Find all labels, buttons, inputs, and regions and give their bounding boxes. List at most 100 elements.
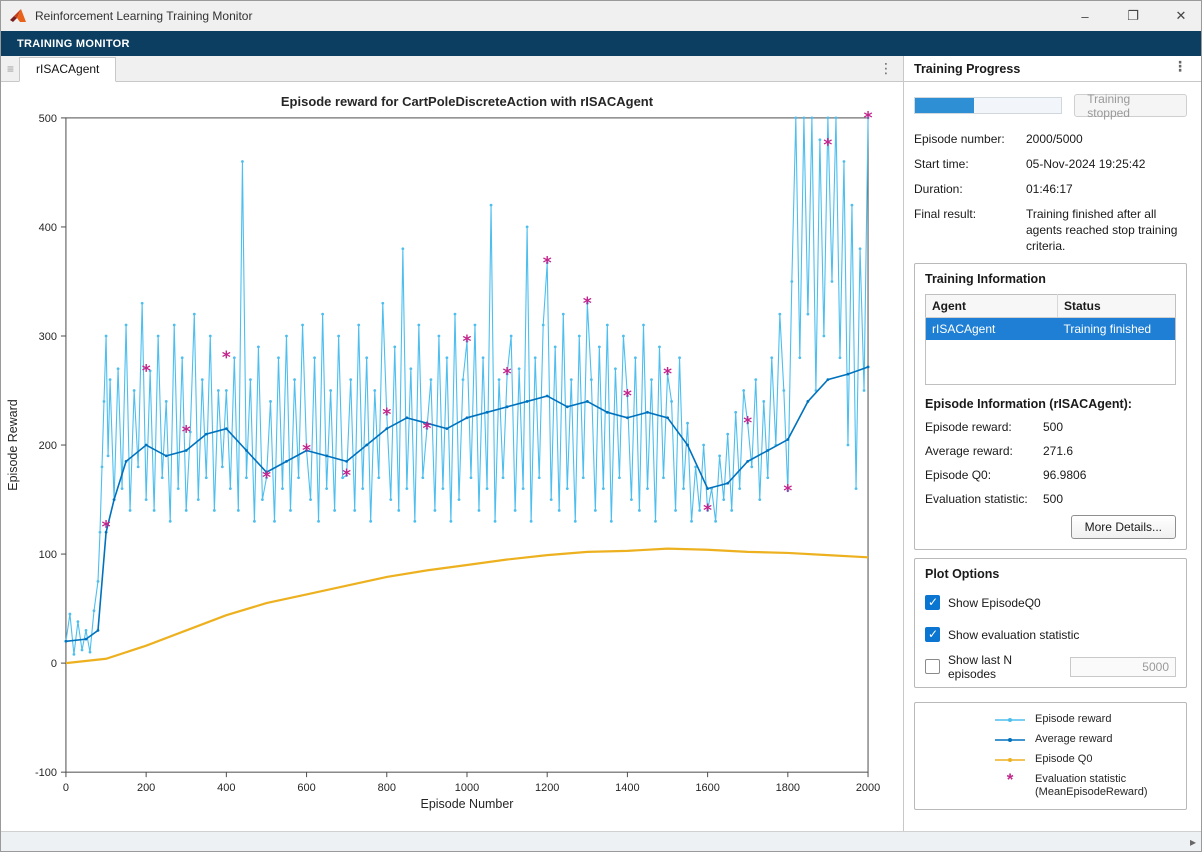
svg-text:*: * bbox=[342, 465, 351, 485]
svg-text:1400: 1400 bbox=[615, 782, 639, 794]
show-last-n-episodes-checkbox[interactable] bbox=[925, 659, 940, 674]
field-value: 2000/5000 bbox=[1026, 131, 1187, 147]
svg-text:*: * bbox=[623, 385, 632, 405]
status-bar: ▸ bbox=[1, 831, 1201, 851]
main-content: ≡ rISACAgent ⋮ 0200400600800100012001400… bbox=[1, 56, 1201, 831]
document-menu-icon[interactable]: ⋮ bbox=[869, 60, 903, 81]
close-button[interactable]: ✕ bbox=[1161, 1, 1201, 31]
training-progress-bar bbox=[914, 97, 1062, 114]
title-bar: Reinforcement Learning Training Monitor … bbox=[1, 1, 1201, 31]
panel-expand-icon[interactable]: ▸ bbox=[1190, 835, 1201, 849]
minimize-button[interactable]: – bbox=[1065, 1, 1105, 31]
svg-text:Episode Reward: Episode Reward bbox=[6, 399, 20, 490]
svg-text:0: 0 bbox=[51, 658, 57, 670]
maximize-button[interactable]: ❐ bbox=[1113, 1, 1153, 31]
svg-text:*: * bbox=[823, 135, 832, 155]
legend-item-average-reward: Average reward bbox=[993, 733, 1180, 747]
group-title: Plot Options bbox=[925, 567, 1176, 581]
episode-reward-chart: 0200400600800100012001400160018002000-10… bbox=[1, 82, 903, 831]
chart-legend: Episode reward Average reward Episode Q0… bbox=[914, 702, 1187, 810]
field-value: 05-Nov-2024 19:25:42 bbox=[1026, 156, 1187, 172]
training-plot: 0200400600800100012001400160018002000-10… bbox=[1, 82, 903, 831]
tab-training-monitor[interactable]: TRAINING MONITOR bbox=[11, 38, 136, 50]
field-start-time: Start time: 05-Nov-2024 19:25:42 bbox=[914, 156, 1187, 172]
svg-text:300: 300 bbox=[39, 331, 57, 343]
legend-label: Episode Q0 bbox=[1035, 753, 1092, 766]
option-label: Show EpisodeQ0 bbox=[948, 596, 1041, 610]
stat-value: 271.6 bbox=[1043, 444, 1176, 459]
field-label: Final result: bbox=[914, 206, 1026, 254]
stat-label: Episode reward: bbox=[925, 420, 1043, 435]
svg-text:*: * bbox=[262, 467, 271, 487]
stat-average-reward: Average reward: 271.6 bbox=[925, 444, 1176, 459]
svg-text:800: 800 bbox=[378, 782, 396, 794]
panel-menu-icon[interactable]: ⋮ bbox=[1163, 58, 1197, 79]
svg-text:0: 0 bbox=[63, 782, 69, 794]
svg-text:200: 200 bbox=[137, 782, 155, 794]
svg-text:*: * bbox=[503, 364, 512, 384]
legend-item-episode-reward: Episode reward bbox=[993, 713, 1180, 727]
stat-label: Episode Q0: bbox=[925, 468, 1043, 483]
group-title: Training Information bbox=[925, 272, 1176, 286]
svg-text:*: * bbox=[142, 360, 151, 380]
agent-cell: rISACAgent bbox=[926, 318, 1058, 341]
svg-text:400: 400 bbox=[39, 222, 57, 234]
panel-title: Training Progress bbox=[914, 62, 1020, 76]
progress-bar-fill bbox=[915, 98, 974, 113]
stat-label: Evaluation statistic: bbox=[925, 492, 1043, 507]
tab-risacagent[interactable]: rISACAgent bbox=[19, 57, 116, 82]
stat-value: 500 bbox=[1043, 420, 1176, 435]
training-stopped-button[interactable]: Training stopped bbox=[1074, 94, 1187, 117]
svg-text:-100: -100 bbox=[35, 767, 57, 779]
svg-text:1600: 1600 bbox=[695, 782, 719, 794]
svg-text:*: * bbox=[783, 480, 792, 500]
last-n-episodes-input[interactable] bbox=[1070, 657, 1176, 677]
stat-episode-q0: Episode Q0: 96.9806 bbox=[925, 468, 1176, 483]
show-evaluation-statistic-checkbox[interactable] bbox=[925, 627, 940, 642]
stat-value: 96.9806 bbox=[1043, 468, 1176, 483]
average-reward-line-icon bbox=[993, 733, 1027, 747]
stat-evaluation-statistic: Evaluation statistic: 500 bbox=[925, 492, 1176, 507]
option-show-episodeq0: Show EpisodeQ0 bbox=[925, 593, 1176, 613]
column-header-agent[interactable]: Agent bbox=[926, 295, 1058, 318]
svg-text:*: * bbox=[583, 293, 592, 313]
legend-item-evaluation-statistic: * Evaluation statistic (MeanEpisodeRewar… bbox=[993, 773, 1180, 799]
svg-text:500: 500 bbox=[39, 113, 57, 125]
svg-text:*: * bbox=[422, 418, 431, 438]
table-row[interactable]: rISACAgent Training finished bbox=[926, 318, 1176, 341]
svg-text:*: * bbox=[743, 413, 752, 433]
document-area: ≡ rISACAgent ⋮ 0200400600800100012001400… bbox=[1, 56, 903, 831]
option-label: Show last N episodes bbox=[948, 653, 1054, 681]
column-header-status[interactable]: Status bbox=[1058, 295, 1176, 318]
field-value: 01:46:17 bbox=[1026, 181, 1187, 197]
field-duration: Duration: 01:46:17 bbox=[914, 181, 1187, 197]
document-tabstrip: ≡ rISACAgent ⋮ bbox=[1, 56, 903, 82]
field-label: Start time: bbox=[914, 156, 1026, 172]
matlab-logo-icon bbox=[9, 8, 27, 24]
legend-label: Episode reward bbox=[1035, 713, 1111, 726]
svg-text:*: * bbox=[302, 440, 311, 460]
app-window: Reinforcement Learning Training Monitor … bbox=[0, 0, 1202, 852]
svg-text:*: * bbox=[703, 500, 712, 520]
episode-info-title: Episode Information (rISACAgent): bbox=[925, 397, 1176, 411]
svg-text:*: * bbox=[102, 516, 111, 536]
toolstrip: TRAINING MONITOR bbox=[1, 31, 1201, 56]
field-final-result: Final result: Training finished after al… bbox=[914, 206, 1187, 254]
panel-grip-icon[interactable]: ≡ bbox=[1, 62, 19, 81]
svg-text:*: * bbox=[222, 347, 231, 367]
status-cell: Training finished bbox=[1058, 318, 1176, 341]
episode-q0-line-icon bbox=[993, 753, 1027, 767]
field-label: Episode number: bbox=[914, 131, 1026, 147]
svg-text:*: * bbox=[182, 421, 191, 441]
option-show-evaluation-statistic: Show evaluation statistic bbox=[925, 625, 1176, 645]
svg-text:*: * bbox=[543, 252, 552, 272]
evaluation-statistic-asterisk-icon: * bbox=[993, 773, 1027, 787]
option-show-last-n-episodes: Show last N episodes bbox=[925, 657, 1176, 677]
svg-text:2000: 2000 bbox=[856, 782, 880, 794]
legend-label: Average reward bbox=[1035, 733, 1112, 746]
svg-text:*: * bbox=[463, 331, 472, 351]
svg-text:*: * bbox=[382, 404, 391, 424]
more-details-button[interactable]: More Details... bbox=[1071, 515, 1176, 539]
show-episodeq0-checkbox[interactable] bbox=[925, 595, 940, 610]
option-label: Show evaluation statistic bbox=[948, 628, 1079, 642]
